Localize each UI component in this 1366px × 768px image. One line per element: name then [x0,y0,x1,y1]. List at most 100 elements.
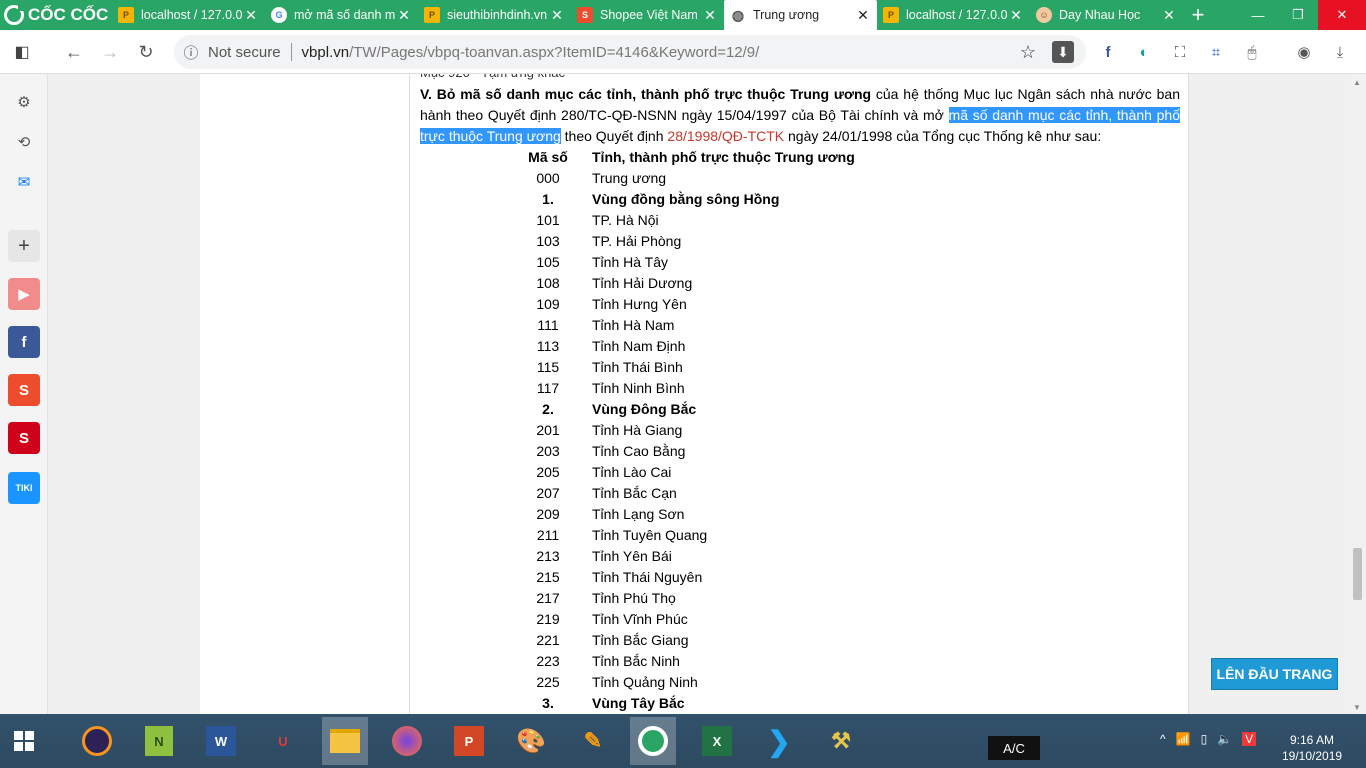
file-explorer-icon[interactable] [322,717,368,765]
downloads-icon[interactable]: ⤓ [1326,38,1354,66]
paint-icon[interactable]: 🎨 [508,717,554,765]
tab-shopee[interactable]: S Shopee Việt Nam ✕ [571,0,724,30]
vertical-scrollbar[interactable]: ▲ ▼ [1349,74,1366,714]
row-name: Tỉnh Hà Nam [592,317,675,333]
clock[interactable]: 9:16 AM 19/10/2019 [1282,732,1342,764]
row-code: 221 [536,632,560,648]
sidebar-toggle-icon[interactable]: ◧ [8,38,36,66]
facebook-panel-icon[interactable]: f [8,326,40,358]
table-row: 113 Tỉnh Nam Định [520,336,920,357]
row-name: Tỉnh Thái Nguyên [592,569,703,585]
close-icon[interactable]: ✕ [702,7,718,24]
teamviewer-icon[interactable]: ✎ [570,717,616,765]
shopee-panel-icon[interactable]: S [8,374,40,406]
scroll-down-icon[interactable]: ▼ [1353,703,1361,712]
wifi-icon[interactable]: 📶 [1176,732,1191,746]
tab-localhost-2[interactable]: Plocalhost / 127.0.0 ✕ [877,0,1030,30]
row-code: 201 [536,422,560,438]
tab-title: Shopee Việt Nam [600,8,698,22]
sendo-panel-icon[interactable]: S [8,422,40,454]
powerpoint-icon[interactable]: P [446,717,492,765]
youtube-icon[interactable]: ▶ [8,278,40,310]
add-panel-icon[interactable]: + [8,230,40,262]
table-header: Mã số Tỉnh, thành phố trực thuộc Trung ư… [520,147,920,168]
tab-title: sieuthibinhdinh.vn [447,8,548,22]
tab-trung-uong[interactable]: ◍ Trung ương ✕ [724,0,877,30]
coccoc-extension-icon[interactable]: ◐ [1130,38,1158,66]
restore-icon[interactable]: ❐ [1278,0,1318,30]
input-method-indicator[interactable]: A/C [988,736,1040,760]
forward-arrow-icon[interactable]: → [96,38,124,66]
browser-toolbar: ◧ ← → ↻ ⓘ Not secure vbpl.vn/TW/Pages/vb… [0,30,1366,74]
facebook-icon[interactable]: f [1094,38,1122,66]
notepadpp-icon[interactable]: N [136,717,182,765]
account-icon[interactable]: ◉ [1290,38,1318,66]
unikey-icon[interactable]: U [260,717,306,765]
tab-day-nhau-hoc[interactable]: ☺ Day Nhau Học ✕ [1030,0,1183,30]
tiki-panel-icon[interactable]: TIKI [8,472,40,504]
tray-chevron-icon[interactable]: ^ [1160,732,1166,746]
coccoc-taskbar-icon[interactable] [630,717,676,765]
download-icon[interactable]: ⬇ [1052,41,1074,63]
menu-icon[interactable]: ≡ [1362,38,1366,66]
mouse-icon[interactable]: 🖱 [1238,38,1266,66]
vscode-icon[interactable]: ❯ [756,717,802,765]
globe-icon: ◍ [731,6,745,23]
windows-start-button[interactable] [0,714,48,768]
table-row: 000 Trung ương [520,168,920,189]
system-tray: ^ 📶 ▯ 🔈 V [1160,732,1257,746]
close-icon[interactable]: ✕ [243,7,259,24]
close-icon[interactable]: ✕ [1008,7,1024,24]
close-icon[interactable]: ✕ [1161,7,1177,24]
scroll-up-icon[interactable]: ▲ [1353,78,1361,87]
row-name: Vùng Tây Bắc [592,695,685,711]
tab-sieuthibinhdinh[interactable]: Psieuthibinhdinh.vn ✕ [418,0,571,30]
table-row: 207 Tỉnh Bắc Cạn [520,483,920,504]
tab-bar: CỐC CỐC Plocalhost / 127.0.0 ✕ Gmở mã số … [0,0,1366,30]
firefox-icon[interactable] [384,717,430,765]
table-row: 209 Tỉnh Lạng Sơn [520,504,920,525]
scrollbar-thumb[interactable] [1353,548,1362,600]
bookmark-star-icon[interactable]: ☆ [1020,42,1036,63]
tab-title: localhost / 127.0.0 [906,8,1008,22]
window-close-icon[interactable]: ✕ [1318,0,1366,30]
eclipse-icon[interactable] [74,717,120,765]
reload-icon[interactable]: ↻ [132,38,160,66]
coccoc-icon [4,4,25,25]
messenger-icon[interactable]: ✉ [8,166,40,198]
coccoc-logo[interactable]: CỐC CỐC [0,0,112,30]
phpmyadmin-icon: P [424,7,440,23]
table-row: 117 Tỉnh Ninh Bình [520,378,920,399]
settings-icon[interactable]: ⚙ [8,86,40,118]
address-bar[interactable]: ⓘ Not secure vbpl.vn/TW/Pages/vbpq-toanv… [174,35,1086,69]
screenshot-icon[interactable]: ⛶ [1166,38,1194,66]
row-name: Tỉnh Thái Bình [592,359,683,375]
table-row: 205 Tỉnh Lào Cai [520,462,920,483]
crop-icon[interactable]: ⌗ [1202,38,1230,66]
para-text-3: ngày 24/01/1998 của Tổng cục Thống kê nh… [784,128,1102,144]
tab-google-search[interactable]: Gmở mã số danh m ✕ [265,0,418,30]
new-tab-button[interactable]: + [1183,0,1213,30]
minimize-icon[interactable]: — [1238,0,1278,30]
row-code: 101 [536,212,560,228]
back-to-top-button[interactable]: LÊN ĐẦU TRANG [1211,658,1338,690]
close-icon[interactable]: ✕ [396,7,412,24]
volume-icon[interactable]: 🔈 [1217,732,1232,746]
battery-icon[interactable]: ▯ [1201,732,1208,746]
back-arrow-icon[interactable]: ← [60,38,88,66]
table-row: 103 TP. Hải Phòng [520,231,920,252]
close-icon[interactable]: ✕ [549,7,565,24]
vivaldi-icon[interactable]: V [1242,732,1257,746]
tab-localhost-1[interactable]: Plocalhost / 127.0.0 ✕ [112,0,265,30]
row-name: Tỉnh Vĩnh Phúc [592,611,688,627]
row-code: 3. [542,695,554,711]
word-icon[interactable]: W [198,717,244,765]
close-icon[interactable]: ✕ [855,7,871,24]
tools-icon[interactable]: ⚒ [818,717,864,765]
decision-link[interactable]: 28/1998/QĐ-TCTK [667,128,784,144]
info-icon[interactable]: ⓘ [178,39,204,65]
history-icon[interactable]: ⟲ [8,126,40,158]
excel-icon[interactable]: X [694,717,740,765]
row-code: 109 [536,296,560,312]
side-panel: ⚙ ⟲ ✉ + ▶ f S S TIKI [0,74,48,714]
